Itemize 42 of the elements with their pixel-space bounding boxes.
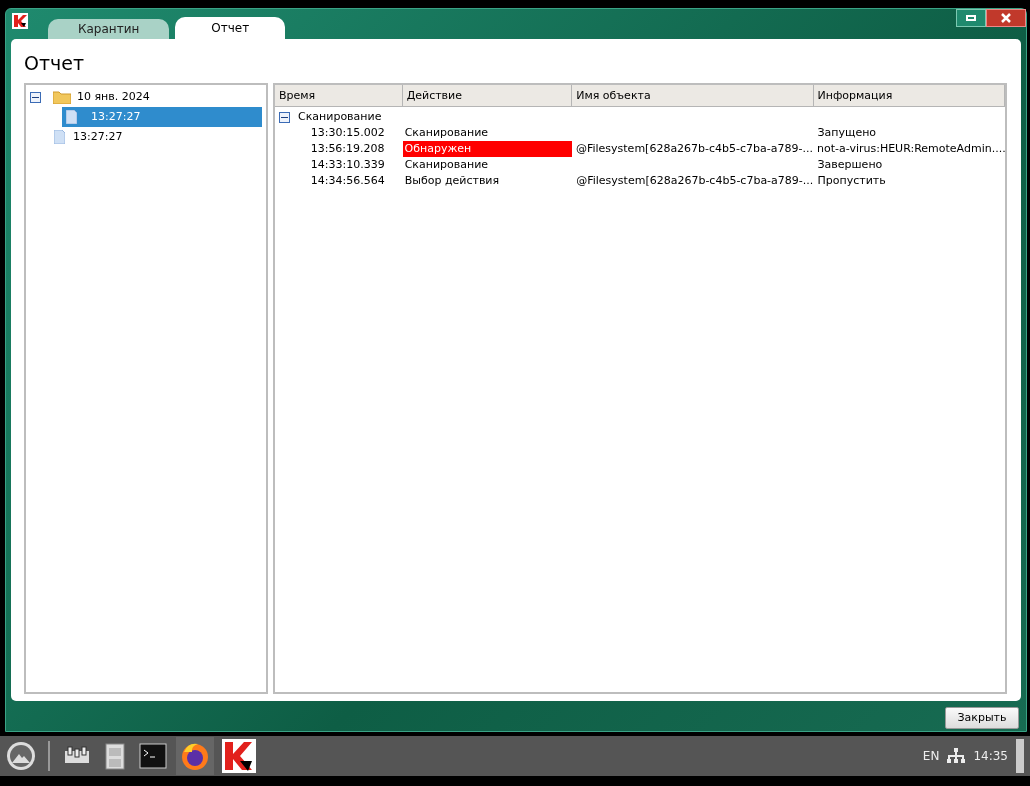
tree-item[interactable]: 13:27:27 (62, 107, 262, 127)
maximize-button[interactable] (956, 9, 986, 27)
collapse-icon[interactable] (30, 91, 41, 103)
tree-item[interactable]: 13:27:27 (50, 127, 123, 147)
table-cell-text: Выбор действия (403, 173, 501, 189)
keyboard-language[interactable]: EN (922, 747, 940, 765)
table-cell-text: Сканирование (403, 125, 490, 141)
mountain-logo-icon[interactable] (6, 741, 36, 771)
table-cell-text: 13:56:19.208 (309, 141, 386, 157)
table-cell-text: Сканирование (403, 157, 490, 173)
table-cell: Обнаружен (402, 141, 572, 157)
group-label: Сканирование (298, 108, 382, 125)
tab[interactable]: Отчет (175, 17, 286, 39)
terminal-icon[interactable] (138, 741, 168, 771)
table-cell-text: @Filesystem[628a267b-c4b5-c7ba-a789-... (574, 141, 813, 157)
network-icon[interactable] (947, 748, 966, 764)
maximize-icon (966, 15, 976, 21)
page-heading: Отчет (24, 51, 85, 75)
tree-item[interactable]: 10 янв. 2024 (49, 87, 150, 107)
app-logo-icon (12, 13, 28, 29)
table-cell-text: 13:30:15.002 (309, 125, 386, 141)
column-header[interactable]: Информация (813, 85, 1005, 107)
column-header[interactable]: Имя объекта (572, 85, 814, 107)
collapse-icon[interactable] (279, 111, 290, 123)
app-logo-icon[interactable] (222, 739, 256, 773)
column-header[interactable]: Действие (402, 85, 573, 107)
folder-icon (53, 90, 71, 104)
table-cell-text: Запущено (816, 125, 878, 141)
table-cell-text: 14:33:10.339 (309, 157, 386, 173)
table-cell-text: Завершено (816, 157, 884, 173)
tab[interactable]: Карантин (48, 19, 170, 39)
close-button[interactable]: Закрыть (945, 707, 1019, 729)
close-icon (1001, 13, 1011, 23)
table-cell-text: 14:34:56.564 (309, 173, 386, 189)
close-window-button[interactable] (986, 9, 1026, 27)
column-header[interactable]: Время (275, 85, 403, 107)
clock[interactable]: 14:35 (973, 747, 1008, 765)
document-icon (54, 130, 65, 144)
document-icon (66, 110, 77, 124)
table-cell-text: Пропустить (816, 173, 887, 189)
table-cell-text: @Filesystem[628a267b-c4b5-c7ba-a789-... (575, 173, 814, 189)
table-cell-text: not-a-virus:HEUR:RemoteAdmin.... (816, 141, 1005, 157)
